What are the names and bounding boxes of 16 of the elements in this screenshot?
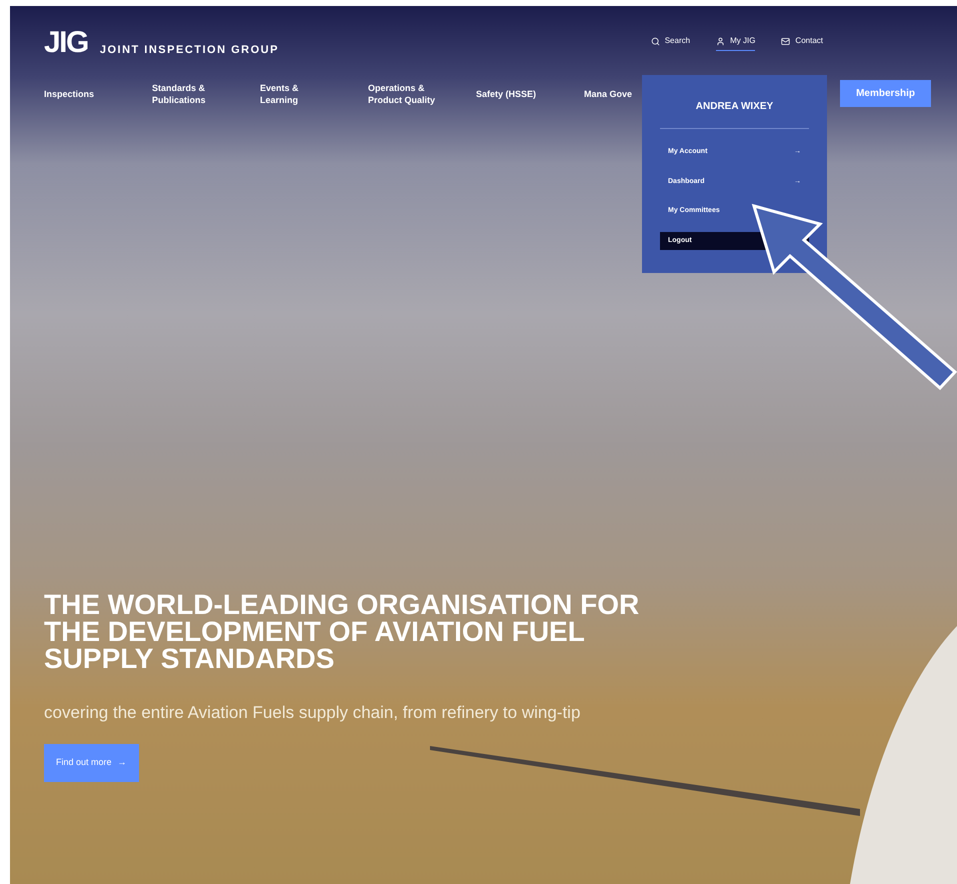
utility-link[interactable]: Search (650, 35, 690, 51)
nav-link[interactable]: Operations & Product Quality (368, 82, 442, 106)
mail-icon (781, 36, 790, 46)
hero-headline: THE WORLD-LEADING ORGANISATION FOR THE DEVELOPMENT OF AVIATION FUEL SUPPLY STANDARDS (44, 591, 640, 672)
search-icon (650, 36, 660, 46)
nav-link[interactable]: Inspections (44, 88, 118, 100)
logo-name: JOINT INSPECTION GROUP (100, 42, 279, 58)
nav-link[interactable]: Safety (HSSE) (476, 88, 550, 100)
utility-link[interactable]: Contact (781, 35, 823, 51)
user-icon (716, 36, 726, 46)
hero-subtitle: covering the entire Aviation Fuels supply chain, from refinery to wing-tip (44, 702, 582, 724)
nav-link[interactable]: Events & Learning (260, 82, 334, 106)
nav-link[interactable]: Standards & Publications (152, 82, 226, 106)
logo-mark[interactable]: JIG (44, 28, 88, 58)
user-name: ANDREA WIXEY (660, 99, 809, 129)
utility-link[interactable]: My JIG (716, 35, 756, 51)
